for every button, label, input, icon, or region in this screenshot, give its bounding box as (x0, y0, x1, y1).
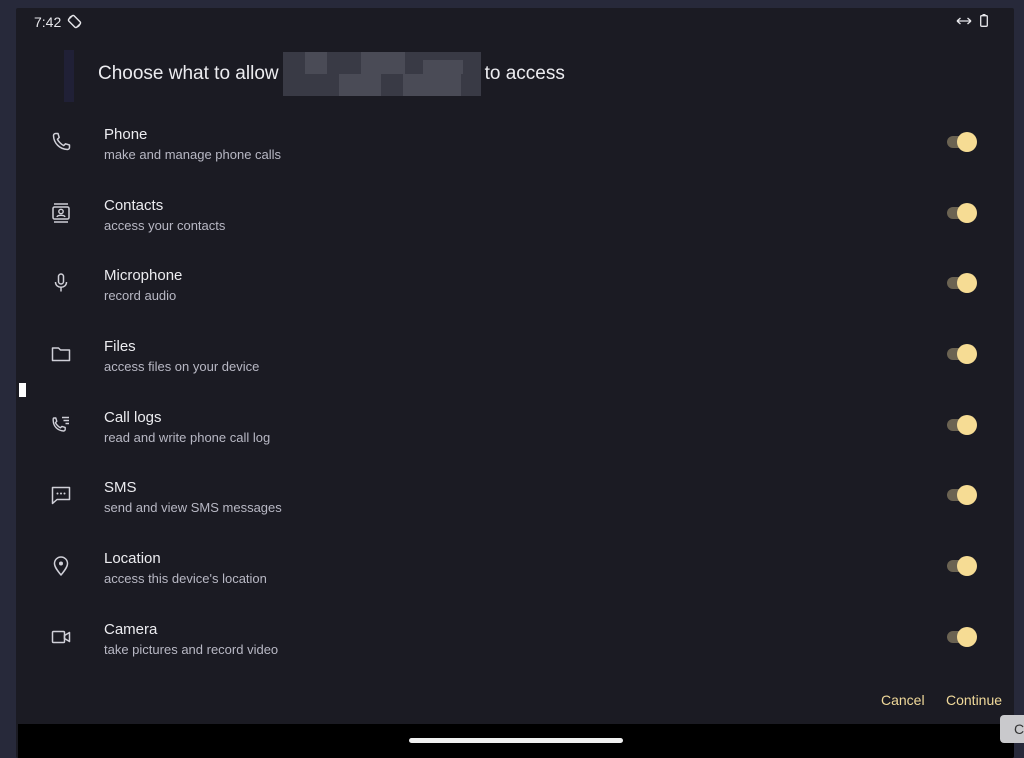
permission-text: Location access this device's location (104, 550, 267, 588)
location-pin-icon (49, 554, 73, 578)
toggle-thumb (957, 344, 977, 365)
permission-row-microphone[interactable]: Microphone record audio (16, 249, 1014, 320)
permission-title: Files (104, 338, 136, 356)
toggle-thumb (957, 414, 977, 435)
toggle-thumb (957, 202, 977, 223)
permission-subtitle: send and view SMS messages (104, 500, 282, 516)
toggle-thumb (957, 556, 977, 577)
auto-rotate-icon (67, 14, 82, 29)
toggle-thumb (957, 626, 977, 647)
battery-icon (980, 14, 988, 27)
continue-button[interactable]: Continue (946, 692, 1002, 708)
microphone-icon (49, 271, 73, 295)
permission-subtitle: record audio (104, 288, 177, 304)
permission-row-location[interactable]: Location access this device's location (16, 532, 1014, 603)
permission-text: Call logs read and write phone call log (104, 409, 270, 447)
permission-subtitle: access your contacts (104, 217, 226, 233)
permission-title: Phone (104, 126, 148, 143)
location-toggle[interactable] (947, 556, 977, 577)
permission-subtitle: read and write phone call log (104, 429, 271, 445)
permission-text: Camera take pictures and record video (104, 621, 278, 659)
permission-title: SMS (104, 479, 137, 497)
permission-title: Call logs (104, 408, 162, 426)
title-accent-bar (64, 50, 74, 102)
permission-row-sms[interactable]: SMS send and view SMS messages (16, 461, 1014, 532)
permission-title: Contacts (104, 196, 164, 214)
folder-icon (49, 342, 73, 366)
phone-toggle[interactable] (947, 132, 977, 152)
navigation-bar (18, 724, 1014, 758)
edge-marker (19, 383, 26, 397)
permission-title: Location (104, 550, 161, 568)
permission-list: Phone make and manage phone calls Contac… (16, 108, 1014, 674)
sms-toggle[interactable] (947, 485, 977, 506)
status-time: 7:42 (34, 14, 62, 30)
status-right-icons (956, 14, 988, 27)
video-camera-icon (49, 625, 73, 649)
permission-row-files[interactable]: Files access files on your device (16, 320, 1014, 391)
permission-text: Microphone record audio (104, 267, 182, 305)
permission-subtitle: take pictures and record video (104, 641, 279, 657)
contacts-toggle[interactable] (947, 202, 977, 223)
permission-text: SMS send and view SMS messages (104, 479, 282, 517)
dialog-title: Choose what to allow to access (98, 52, 565, 96)
title-prefix: Choose what to allow (98, 63, 279, 84)
permission-text: Files access files on your device (104, 338, 259, 376)
permission-subtitle: access this device's location (104, 571, 267, 587)
permission-title: Camera (104, 620, 158, 638)
permission-row-contacts[interactable]: Contacts access your contacts (16, 179, 1014, 250)
redacted-app-name (282, 52, 481, 96)
toggle-thumb (957, 132, 977, 152)
toggle-thumb (957, 485, 977, 506)
message-icon (49, 483, 73, 507)
contacts-icon (49, 201, 73, 225)
status-bar: 7:42 (16, 8, 1014, 36)
corner-button[interactable]: C (1000, 715, 1024, 743)
permission-text: Phone make and manage phone calls (104, 126, 281, 164)
permission-title: Microphone (104, 267, 183, 285)
permission-subtitle: access files on your device (104, 359, 260, 375)
call-log-icon (49, 413, 73, 437)
toggle-thumb (957, 273, 977, 294)
microphone-toggle[interactable] (947, 273, 977, 294)
permission-row-phone[interactable]: Phone make and manage phone calls (16, 108, 1014, 179)
title-suffix: to access (484, 63, 565, 84)
files-toggle[interactable] (947, 344, 977, 365)
device-screen: 7:42 Choose what to allow to access Phon… (16, 8, 1014, 758)
permission-row-call-logs[interactable]: Call logs read and write phone call log (16, 391, 1014, 462)
cancel-button[interactable]: Cancel (881, 692, 925, 708)
camera-toggle[interactable] (947, 626, 977, 647)
expand-horizontal-icon (956, 17, 972, 24)
permission-subtitle: make and manage phone calls (104, 147, 282, 162)
home-gesture-handle[interactable] (409, 738, 623, 743)
permission-row-camera[interactable]: Camera take pictures and record video (16, 603, 1014, 674)
phone-icon (49, 130, 73, 154)
call-logs-toggle[interactable] (947, 414, 977, 435)
permission-text: Contacts access your contacts (104, 197, 225, 235)
